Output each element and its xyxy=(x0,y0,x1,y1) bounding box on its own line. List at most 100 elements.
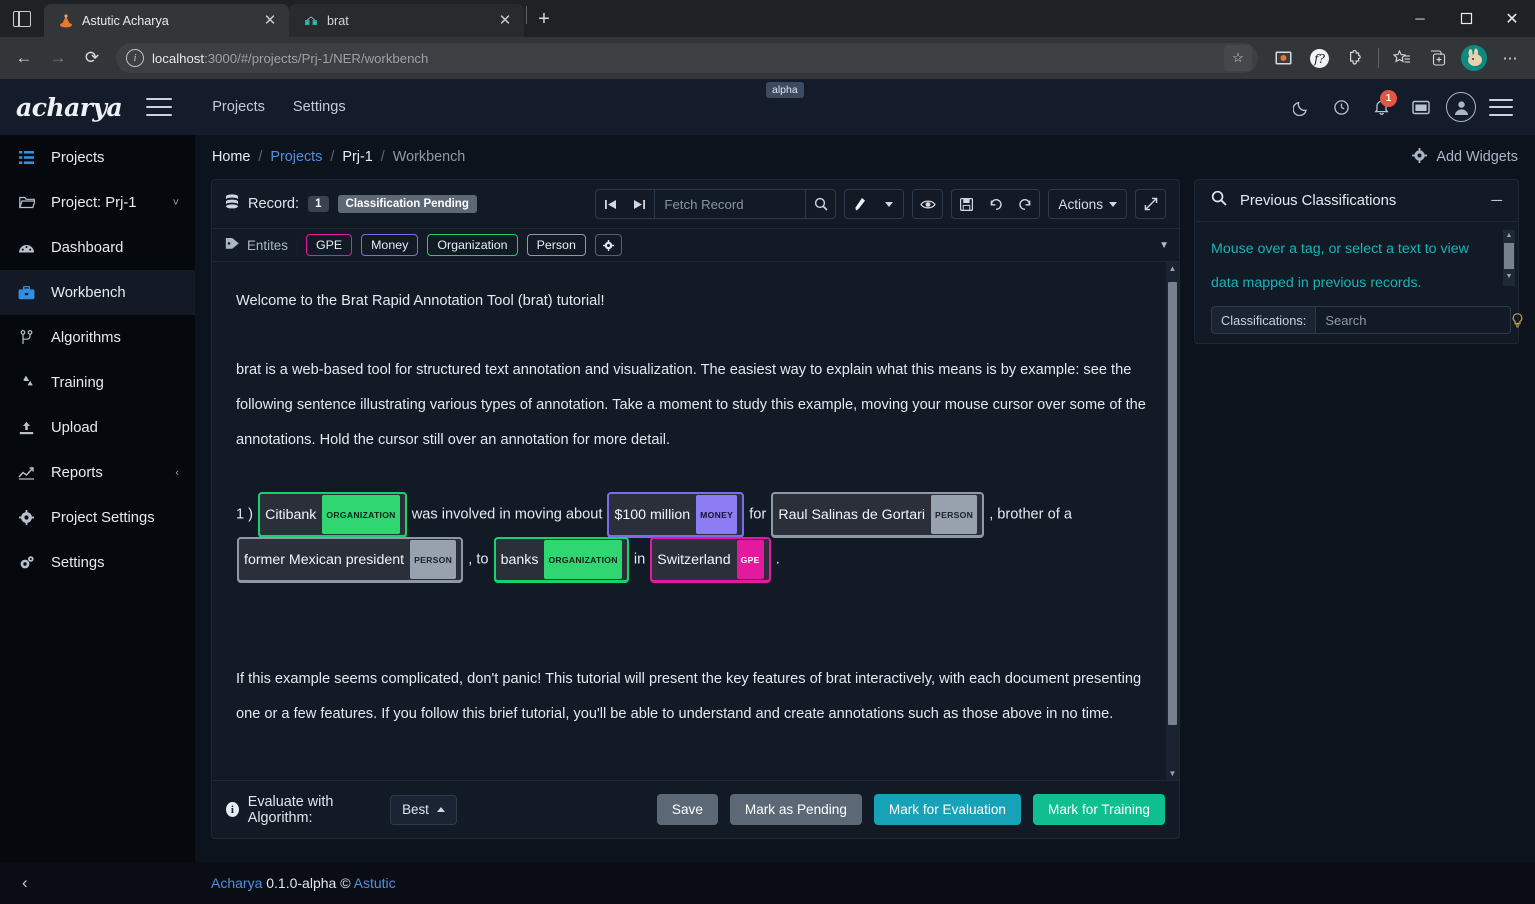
sidebar-item-projects[interactable]: Projects xyxy=(0,135,195,180)
app-brand-logo[interactable]: acharya xyxy=(16,93,123,122)
sidebar-item-algorithms[interactable]: Algorithms xyxy=(0,315,195,360)
back-icon[interactable]: ← xyxy=(8,42,40,74)
scroll-up-icon[interactable]: ▲ xyxy=(1503,230,1515,241)
footer-app-link[interactable]: Acharya xyxy=(211,875,262,891)
browser-tab-2[interactable]: brat ✕ xyxy=(289,4,524,37)
search-icon[interactable] xyxy=(806,190,835,218)
scrollbar-thumb[interactable] xyxy=(1504,243,1514,269)
math-solver-icon[interactable]: f? xyxy=(1302,42,1336,74)
minimize-button[interactable]: ─ xyxy=(1397,0,1443,37)
panel-scrollbar[interactable]: ▲ ▼ xyxy=(1503,230,1515,286)
annotation-banks[interactable]: banks ORGANIZATION xyxy=(493,537,629,582)
entity-tag-gpe[interactable]: GPE xyxy=(305,234,353,256)
sidebar-item-label: Reports xyxy=(51,464,103,481)
close-icon[interactable]: ✕ xyxy=(494,10,516,32)
profile-avatar[interactable] xyxy=(1457,42,1491,74)
entity-tag-money[interactable]: Money xyxy=(361,234,419,256)
entities-collapse-chevron-icon[interactable]: ▼ xyxy=(1159,240,1169,251)
clock-icon[interactable] xyxy=(1323,89,1359,125)
browser-essentials-icon[interactable] xyxy=(1266,42,1300,74)
forward-icon[interactable]: → xyxy=(42,42,74,74)
user-avatar[interactable] xyxy=(1443,89,1479,125)
algorithm-dropdown[interactable]: Best xyxy=(390,794,457,825)
undo-icon[interactable] xyxy=(981,190,1010,218)
breadcrumb-projects[interactable]: Projects xyxy=(270,149,322,165)
close-window-button[interactable]: ✕ xyxy=(1489,0,1535,37)
info-icon[interactable]: i xyxy=(226,802,239,817)
address-bar[interactable]: i localhost:3000/#/projects/Prj-1/NER/wo… xyxy=(116,43,1258,73)
add-widgets-button[interactable]: Add Widgets xyxy=(1412,147,1518,167)
save-icon[interactable] xyxy=(952,190,981,218)
extensions-icon[interactable] xyxy=(1338,42,1372,74)
collections-icon[interactable] xyxy=(1421,42,1455,74)
add-favorite-icon[interactable]: ☆ xyxy=(1224,45,1252,71)
actions-dropdown[interactable]: Actions xyxy=(1048,189,1127,219)
sidebar-item-project-settings[interactable]: Project Settings xyxy=(0,495,195,540)
chevron-left-icon[interactable]: ‹ xyxy=(175,467,179,479)
sidebar-toggle-icon[interactable] xyxy=(146,98,173,116)
breadcrumb-current: Workbench xyxy=(392,149,466,165)
annotation-citibank[interactable]: Citibank ORGANIZATION xyxy=(258,492,407,537)
sidebar-item-label: Settings xyxy=(51,554,105,571)
tab-search-button[interactable] xyxy=(0,0,44,37)
entity-settings-gear-icon[interactable] xyxy=(594,234,622,256)
annotation-label: GPE xyxy=(736,540,764,579)
reload-icon[interactable]: ⟳ xyxy=(76,42,108,74)
scroll-down-icon[interactable]: ▼ xyxy=(1166,767,1179,780)
breadcrumb-project[interactable]: Prj-1 xyxy=(342,149,372,165)
first-record-icon[interactable] xyxy=(596,190,625,218)
sidebar-item-training[interactable]: Training xyxy=(0,360,195,405)
sidebar-item-upload[interactable]: Upload xyxy=(0,405,195,450)
header-link-settings[interactable]: Settings xyxy=(279,99,360,115)
redo-icon[interactable] xyxy=(1010,190,1039,218)
maximize-button[interactable] xyxy=(1443,0,1489,37)
browser-tab-1[interactable]: Astutic Acharya ✕ xyxy=(44,4,289,37)
expand-icon[interactable] xyxy=(1136,190,1165,218)
fetch-record-input[interactable] xyxy=(654,190,807,218)
close-icon[interactable]: ✕ xyxy=(259,10,281,32)
sidebar-item-dashboard[interactable]: Dashboard xyxy=(0,225,195,270)
minimize-panel-icon[interactable]: ─ xyxy=(1491,192,1502,209)
mark-for-training-button[interactable]: Mark for Training xyxy=(1033,794,1165,825)
more-options-icon[interactable]: ⋯ xyxy=(1493,42,1527,74)
actions-button[interactable]: Actions xyxy=(1049,197,1126,212)
classifications-search-input[interactable] xyxy=(1315,306,1512,334)
eye-icon[interactable] xyxy=(913,190,942,218)
sidebar-item-workbench[interactable]: Workbench xyxy=(0,270,195,315)
scrollbar-thumb[interactable] xyxy=(1168,282,1177,725)
entity-tag-organization[interactable]: Organization xyxy=(427,234,518,256)
footer-company-link[interactable]: Astutic xyxy=(354,875,396,891)
sentence-text: , brother of a xyxy=(989,506,1072,523)
header-menu-icon[interactable] xyxy=(1483,89,1519,125)
save-button[interactable]: Save xyxy=(656,794,718,825)
favorites-icon[interactable] xyxy=(1385,42,1419,74)
mark-as-pending-button[interactable]: Mark as Pending xyxy=(729,794,862,825)
site-info-icon[interactable]: i xyxy=(126,49,144,67)
sidebar-item-settings[interactable]: Settings xyxy=(0,540,195,585)
dark-mode-moon-icon[interactable] xyxy=(1283,89,1319,125)
brush-icon[interactable] xyxy=(845,190,874,218)
annotated-sentence[interactable]: 1 ) Citibank ORGANIZATION was involved i… xyxy=(236,492,1155,582)
window-panel-icon[interactable] xyxy=(1403,89,1439,125)
chevron-down-icon[interactable]: ˅ xyxy=(173,197,179,209)
notifications-bell-icon[interactable]: 1 xyxy=(1363,89,1399,125)
sidebar-collapse-button[interactable]: ‹ xyxy=(0,873,195,893)
sidebar-item-reports[interactable]: Reports ‹ xyxy=(0,450,195,495)
scroll-down-icon[interactable]: ▼ xyxy=(1503,271,1515,282)
annotation-raul-salinas[interactable]: Raul Salinas de Gortari PERSON xyxy=(771,492,985,537)
sidebar-item-project[interactable]: Project: Prj-1 ˅ xyxy=(0,180,195,225)
annotation-switzerland[interactable]: Switzerland GPE xyxy=(650,537,771,582)
annotation-former-president[interactable]: former Mexican president PERSON xyxy=(237,537,464,582)
scroll-up-icon[interactable]: ▲ xyxy=(1166,262,1179,275)
annotation-document[interactable]: Welcome to the Brat Rapid Annotation Too… xyxy=(212,262,1179,780)
annotation-money[interactable]: $100 million MONEY xyxy=(607,492,745,537)
new-tab-button[interactable]: + xyxy=(529,4,559,34)
breadcrumb-home[interactable]: Home xyxy=(212,149,250,165)
header-link-projects[interactable]: Projects xyxy=(198,99,279,115)
last-record-icon[interactable] xyxy=(625,190,654,218)
bulb-icon[interactable] xyxy=(1511,312,1524,328)
brush-dropdown-icon[interactable] xyxy=(874,190,903,218)
entity-tag-person[interactable]: Person xyxy=(526,234,586,256)
document-scrollbar[interactable]: ▲ ▼ xyxy=(1166,262,1179,780)
mark-for-evaluation-button[interactable]: Mark for Evaluation xyxy=(873,794,1021,825)
